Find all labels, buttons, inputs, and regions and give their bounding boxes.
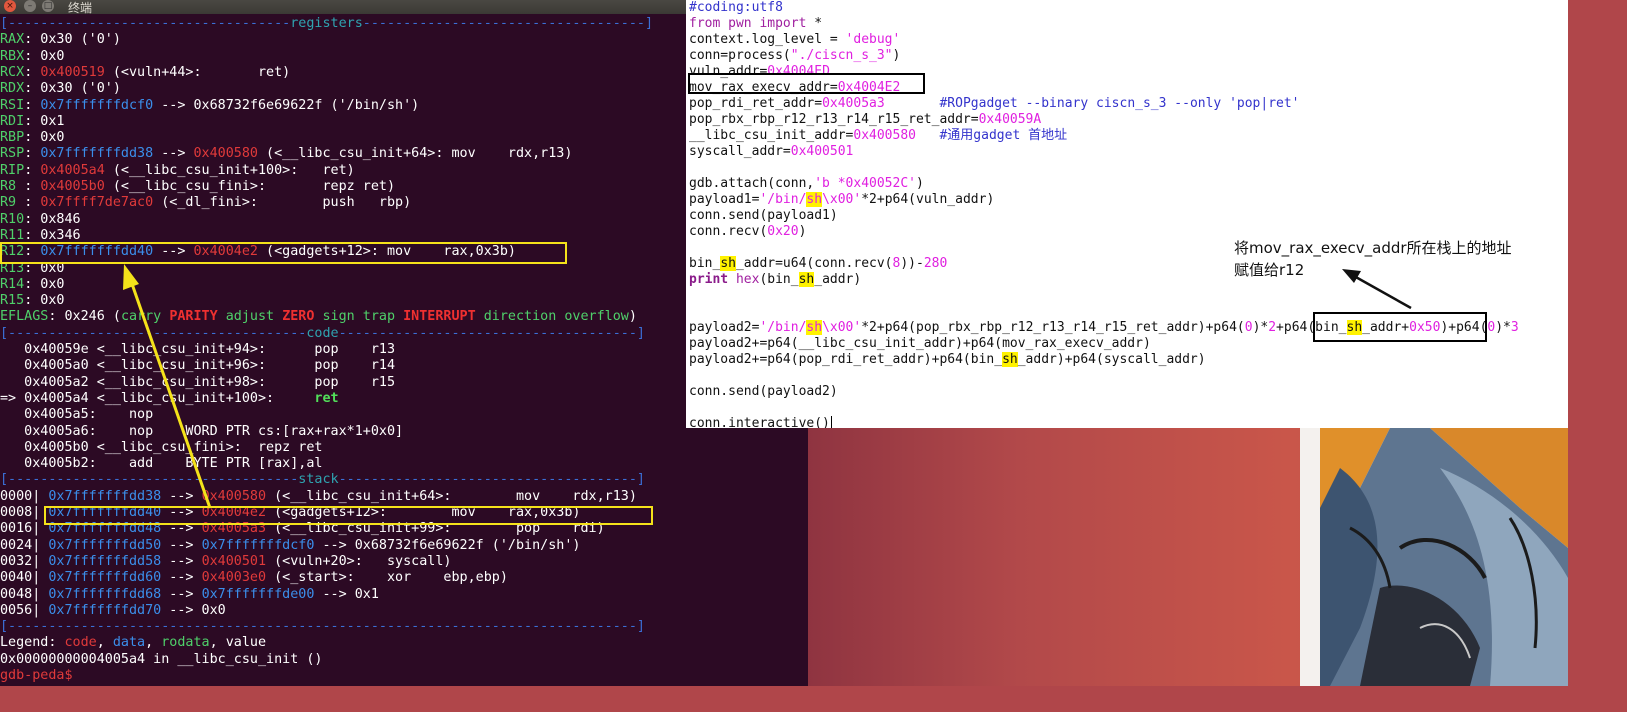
code-editor[interactable]: #coding:utf8 from pwn import * context.log… <box>686 0 1568 428</box>
black-arrow-icon <box>1342 269 1412 310</box>
comic-illustration <box>1320 428 1568 686</box>
comic-image <box>1320 428 1568 686</box>
window-edge <box>1300 428 1320 686</box>
